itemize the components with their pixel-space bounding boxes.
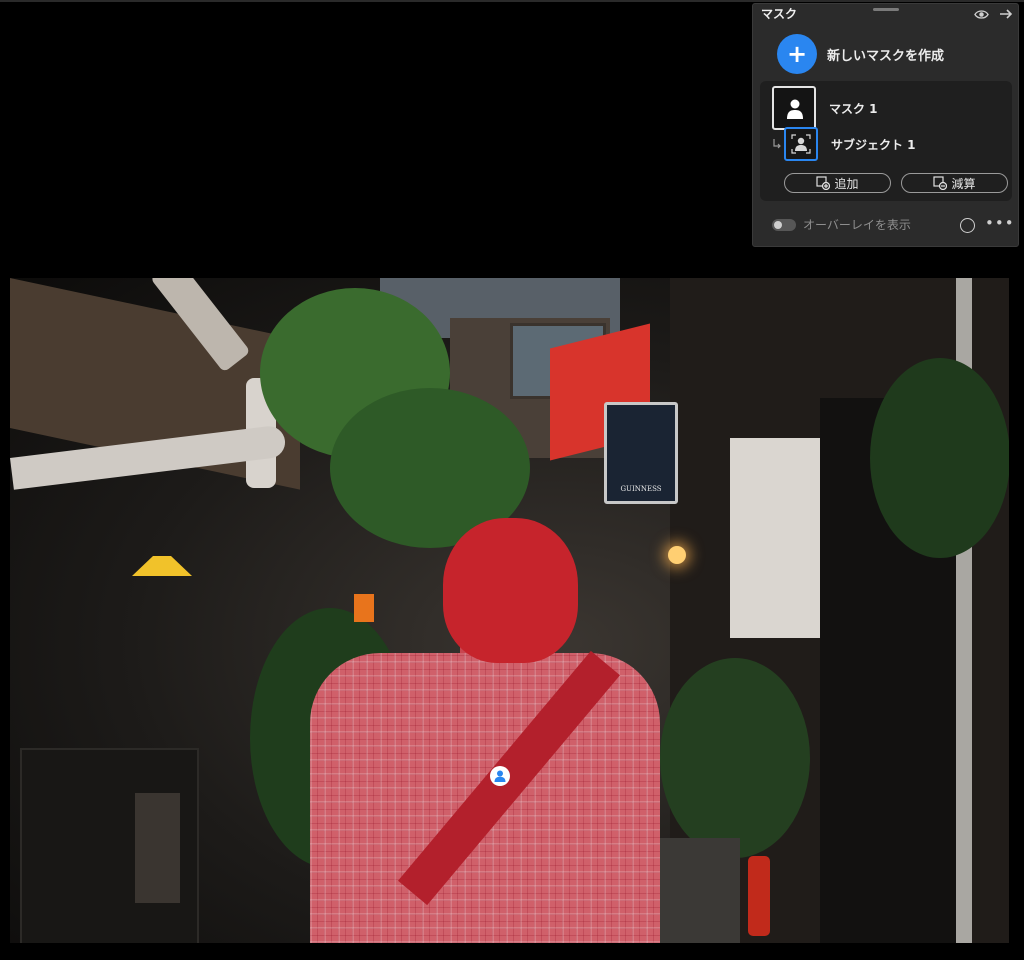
overlay-toggle[interactable] <box>772 218 796 231</box>
mask-item[interactable]: マスク 1 <box>772 86 878 130</box>
subject-item[interactable]: サブジェクト 1 <box>772 127 916 161</box>
add-mask-icon <box>816 176 831 190</box>
photo-canvas[interactable]: GUINNESS <box>10 278 1009 943</box>
sign-text: GUINNESS <box>620 485 662 493</box>
circle-icon[interactable] <box>960 218 975 233</box>
add-button[interactable]: 追加 <box>784 173 891 193</box>
more-icon[interactable]: ••• <box>985 214 1015 232</box>
foliage <box>660 658 810 858</box>
subtract-button[interactable]: 減算 <box>901 173 1008 193</box>
arrow-right-icon[interactable] <box>998 6 1014 22</box>
overlay-row: オーバーレイを表示 <box>772 216 911 233</box>
mask-group: マスク 1 サブジェクト 1 追加 減算 <box>760 81 1012 201</box>
panel-header: マスク <box>753 4 1018 24</box>
fire-extinguisher <box>748 856 770 936</box>
white-panel <box>730 438 820 638</box>
hanging-sign: GUINNESS <box>604 402 678 504</box>
yellow-lamp <box>132 556 192 576</box>
subtract-mask-icon <box>933 176 948 190</box>
street-light <box>668 546 686 564</box>
add-label: 追加 <box>834 176 859 191</box>
subject-head <box>443 518 578 663</box>
foliage <box>870 358 1009 558</box>
top-border <box>0 0 1024 2</box>
subject-pin-icon[interactable] <box>490 766 510 786</box>
link-icon <box>773 139 781 149</box>
person-icon <box>787 99 803 119</box>
subject-name: サブジェクト 1 <box>831 137 916 152</box>
drag-handle[interactable] <box>873 8 899 11</box>
subtract-label: 減算 <box>951 176 976 191</box>
stand-board <box>135 793 180 903</box>
plus-icon: + <box>777 34 817 74</box>
mask-name: マスク 1 <box>829 101 878 116</box>
mask-thumbnail <box>772 86 816 130</box>
eye-icon[interactable] <box>974 7 989 22</box>
subject-mask-overlay <box>310 518 670 943</box>
overlay-label: オーバーレイを表示 <box>803 218 911 232</box>
subject-icon <box>791 134 811 154</box>
mask-panel: マスク + 新しいマスクを作成 マスク 1 サブジェクト 1 追加 減算 オーバ… <box>752 3 1019 247</box>
subject-thumbnail <box>784 127 818 161</box>
create-new-mask-label: 新しいマスクを作成 <box>827 48 945 64</box>
panel-title: マスク <box>761 7 798 21</box>
create-new-mask-button[interactable]: + 新しいマスクを作成 <box>777 34 944 74</box>
